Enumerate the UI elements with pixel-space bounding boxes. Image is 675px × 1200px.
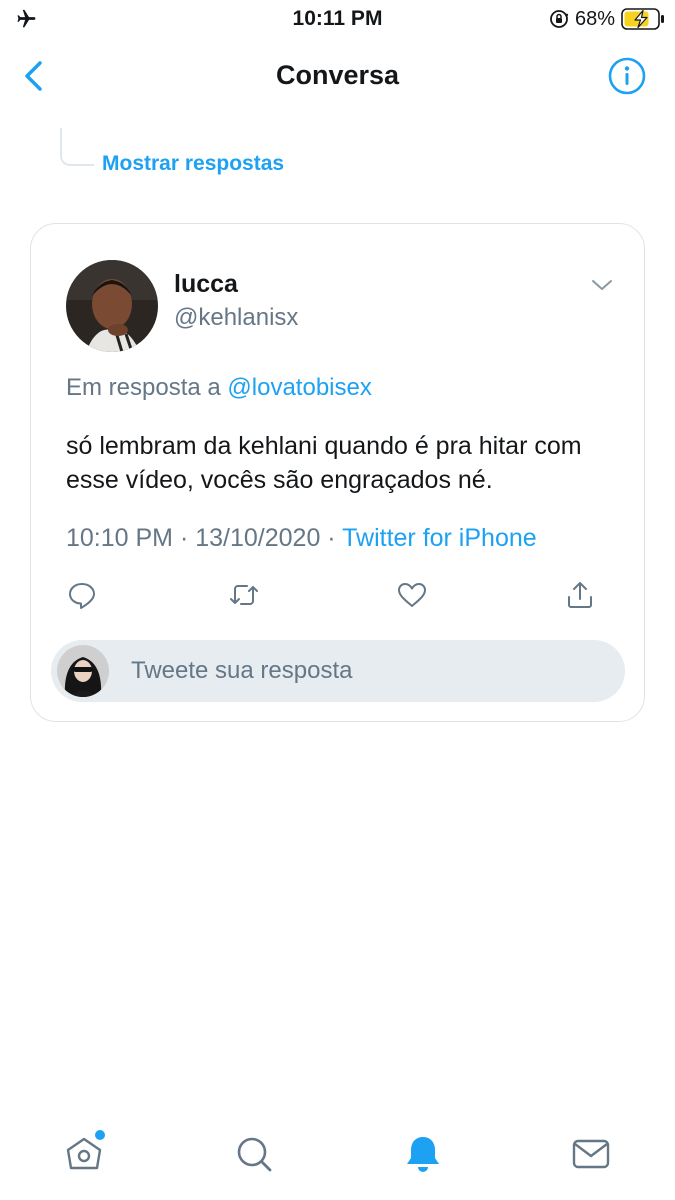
- messages-icon[interactable]: [571, 1134, 611, 1174]
- reply-icon[interactable]: [66, 579, 98, 611]
- user-handle[interactable]: @kehlanisx: [174, 304, 298, 332]
- nav-header: Conversa: [0, 38, 675, 114]
- rotation-lock-icon: [550, 10, 569, 28]
- tweet-source-link[interactable]: Twitter for iPhone: [342, 524, 537, 552]
- current-user-avatar-image: [57, 645, 109, 697]
- display-name[interactable]: lucca: [174, 270, 238, 299]
- battery-charging-icon: [621, 8, 664, 30]
- reply-prefix: Em resposta a: [66, 374, 228, 401]
- tweet-actions: [66, 579, 611, 613]
- battery-percent: 68%: [574, 7, 615, 30]
- info-button[interactable]: [607, 56, 647, 96]
- reply-mention-link[interactable]: @lovatobisex: [227, 374, 371, 401]
- info-icon: [608, 57, 646, 95]
- home-icon[interactable]: [64, 1134, 104, 1174]
- tweet-text: só lembram da kehlani quando é pra hitar…: [66, 432, 582, 494]
- notifications-icon[interactable]: [403, 1134, 443, 1174]
- page-title: Conversa: [275, 60, 400, 90]
- current-user-avatar: [57, 645, 109, 697]
- reply-input[interactable]: Tweete sua resposta: [51, 640, 625, 702]
- share-icon[interactable]: [564, 579, 596, 611]
- thread-connector-line: [60, 128, 94, 166]
- retweet-icon[interactable]: [228, 579, 260, 611]
- tweet-meta: 10:10 PM · 13/10/2020 · Twitter for iPho…: [66, 524, 537, 553]
- tab-bar: [0, 1100, 675, 1200]
- search-icon[interactable]: [234, 1134, 274, 1174]
- chevron-down-icon[interactable]: [590, 276, 614, 294]
- tweet-card: lucca @kehlanisx Em resposta a @lovatobi…: [30, 223, 645, 722]
- show-replies-link[interactable]: Mostrar respostas: [102, 152, 284, 176]
- avatar-image: [66, 260, 158, 352]
- tweet-timestamp: 10:10 PM · 13/10/2020 ·: [66, 524, 343, 552]
- status-right-cluster: 68%: [549, 6, 665, 32]
- like-icon[interactable]: [396, 579, 428, 611]
- new-content-dot: [95, 1130, 105, 1140]
- avatar[interactable]: [66, 260, 158, 352]
- replying-to: Em resposta a @lovatobisex: [66, 374, 372, 402]
- status-bar: 10:11 PM 68%: [0, 0, 675, 38]
- reply-placeholder: Tweete sua resposta: [131, 657, 353, 684]
